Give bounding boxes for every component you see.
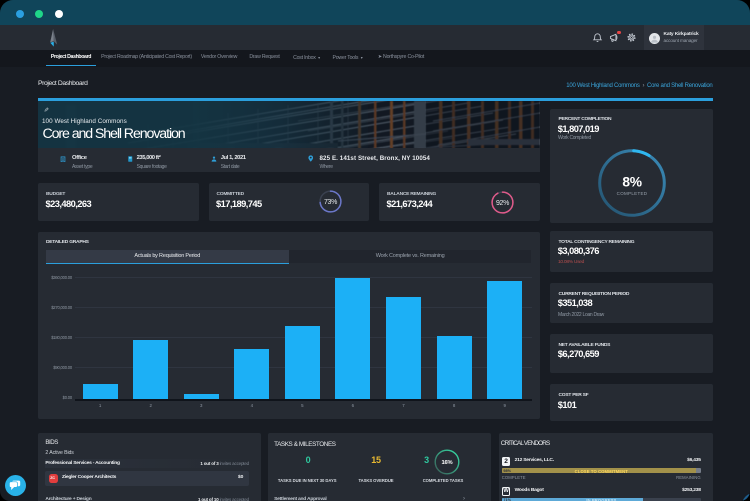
svg-text:73%: 73% <box>324 199 337 206</box>
svg-text:COMPLETED: COMPLETED <box>616 191 647 196</box>
svg-text:92%: 92% <box>495 200 508 207</box>
svg-text:8%: 8% <box>622 174 641 189</box>
svg-text:16%: 16% <box>441 460 452 466</box>
